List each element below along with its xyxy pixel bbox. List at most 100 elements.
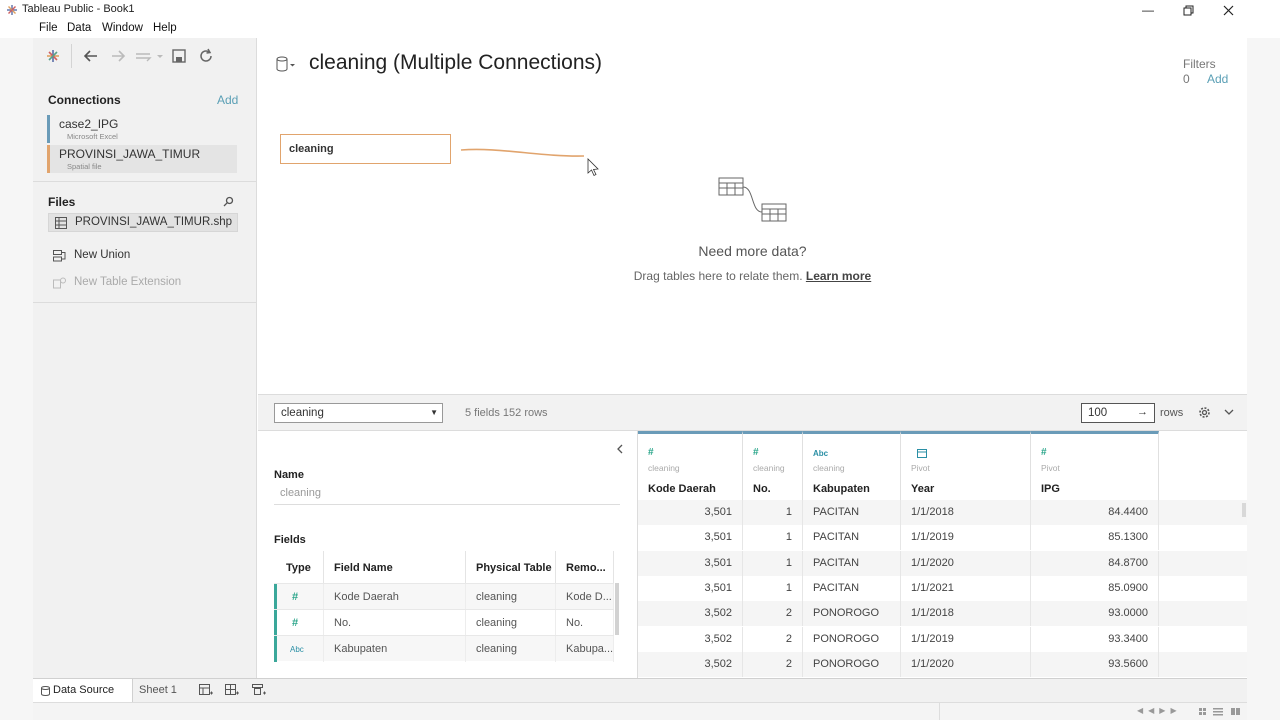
field-name[interactable]: Kabupaten xyxy=(324,636,466,662)
close-window-button[interactable] xyxy=(1208,0,1248,20)
connection-name: case2_IPG xyxy=(59,117,119,131)
field-row[interactable]: # No. cleaning No. xyxy=(274,609,614,636)
add-filter-link[interactable]: Add xyxy=(1207,72,1228,86)
number-type-icon[interactable]: # xyxy=(276,584,324,610)
cell-kabupaten: PACITAN xyxy=(803,525,901,551)
datasource-title[interactable]: cleaning (Multiple Connections) xyxy=(309,51,602,75)
main-toolbar xyxy=(33,38,257,74)
maximize-button[interactable] xyxy=(1168,0,1208,20)
rows-input[interactable]: 100 → xyxy=(1081,403,1155,423)
new-story-icon[interactable] xyxy=(252,684,266,697)
forward-arrow-icon[interactable] xyxy=(108,46,128,66)
grid-column-header[interactable]: # cleaning Kode Daerah xyxy=(638,431,743,500)
col-header-type[interactable]: Type xyxy=(276,551,324,583)
app-window: Tableau Public - Book1 — File Data Windo… xyxy=(0,0,1280,720)
minimize-icon: — xyxy=(1142,3,1154,17)
number-type-icon[interactable]: # xyxy=(648,447,654,458)
cell-kode-daerah: 3,502 xyxy=(638,601,743,627)
connection-color-bar xyxy=(47,115,50,143)
connection-type: Spatial file xyxy=(67,162,102,171)
string-type-icon[interactable]: Abc xyxy=(276,636,324,662)
tab-data-source-label: Data Source xyxy=(53,684,115,696)
sheet-navigation-arrows[interactable]: ◀◀▶▶ xyxy=(1137,706,1182,715)
menu-window[interactable]: Window xyxy=(102,22,143,34)
connection-color-bar xyxy=(47,145,50,173)
cell-kode-daerah: 3,501 xyxy=(638,575,743,601)
save-icon[interactable] xyxy=(169,46,189,66)
grid-row: 3,501 1 PACITAN 1/1/2019 85.1300 xyxy=(638,525,1247,551)
number-type-icon[interactable]: # xyxy=(753,447,759,458)
tab-sheet-1[interactable]: Sheet 1 xyxy=(139,684,177,696)
refresh-icon[interactable] xyxy=(196,46,216,66)
column-source: cleaning xyxy=(648,463,680,473)
menu-help[interactable]: Help xyxy=(153,22,177,34)
new-worksheet-icon[interactable] xyxy=(199,684,213,697)
field-row[interactable]: Abc Kabupaten cleaning Kabupa... xyxy=(274,635,614,662)
datasource-cylinder-icon xyxy=(41,686,50,696)
grid-column-header[interactable]: # cleaning No. xyxy=(743,431,803,500)
cell-ipg: 85.0900 xyxy=(1031,575,1159,601)
grid-row: 3,502 2 PONOROGO 1/1/2020 93.5600 xyxy=(638,651,1247,678)
column-name: IPG xyxy=(1041,483,1060,495)
field-name[interactable]: No. xyxy=(324,610,466,636)
data-grid-toolbar: cleaning ▼ 5 fields 152 rows 100 → rows xyxy=(258,394,1247,431)
left-margin xyxy=(0,38,33,720)
file-item[interactable]: PROVINSI_JAWA_TIMUR.shp xyxy=(48,213,238,232)
col-header-physical-table[interactable]: Physical Table xyxy=(466,551,556,583)
number-type-icon[interactable]: # xyxy=(1041,447,1047,458)
grid-row: 3,501 1 PACITAN 1/1/2021 85.0900 xyxy=(638,575,1247,602)
rows-input-value: 100 xyxy=(1088,407,1108,419)
table-box-cleaning[interactable]: cleaning xyxy=(280,134,451,164)
search-icon[interactable] xyxy=(223,196,234,207)
tableau-start-icon[interactable] xyxy=(43,46,63,66)
chevron-down-icon[interactable] xyxy=(1224,408,1234,416)
menu-data[interactable]: Data xyxy=(67,22,91,34)
grid-column-header[interactable]: Pivot Year xyxy=(901,431,1031,500)
col-header-field-name[interactable]: Field Name xyxy=(324,551,466,583)
table-select[interactable]: cleaning ▼ xyxy=(274,403,443,423)
view-toggle-icons[interactable] xyxy=(1199,707,1243,717)
name-field[interactable]: cleaning xyxy=(274,486,620,505)
menu-file[interactable]: File xyxy=(39,22,58,34)
chevron-left-icon[interactable] xyxy=(616,444,624,454)
gear-icon[interactable] xyxy=(1198,406,1211,419)
string-type-icon[interactable]: Abc xyxy=(813,449,828,458)
cell-no: 2 xyxy=(743,626,803,652)
cell-kabupaten: PONOROGO xyxy=(803,651,901,677)
back-arrow-icon[interactable] xyxy=(81,46,101,66)
datasource-cylinder-icon[interactable] xyxy=(276,55,298,75)
field-row[interactable]: # Kode Daerah cleaning Kode D... xyxy=(274,583,614,610)
toolbar-divider xyxy=(71,44,72,68)
cell-ipg: 84.4400 xyxy=(1031,500,1159,525)
files-heading: Files xyxy=(48,195,76,209)
connection-item-case2-ipg[interactable]: case2_IPG Microsoft Excel xyxy=(47,115,237,143)
physical-table: cleaning xyxy=(466,584,556,610)
new-dashboard-icon[interactable] xyxy=(225,684,239,697)
grid-column-header[interactable]: # Pivot IPG xyxy=(1031,431,1159,500)
minimize-button[interactable]: — xyxy=(1128,0,1168,20)
learn-more-link[interactable]: Learn more xyxy=(806,269,871,283)
cell-year: 1/1/2020 xyxy=(901,550,1031,576)
restore-icon xyxy=(1183,5,1193,15)
title-bar: Tableau Public - Book1 — xyxy=(0,0,1280,20)
physical-table: cleaning xyxy=(466,636,556,662)
data-grid: # cleaning Kode Daerah # cleaning No. Ab… xyxy=(638,431,1247,678)
status-bar: ◀◀▶▶ xyxy=(33,702,1247,720)
calendar-icon[interactable] xyxy=(917,448,927,458)
menu-bar: File Data Window Help xyxy=(0,20,1280,38)
fields-scrollbar[interactable] xyxy=(615,583,619,635)
cell-year: 1/1/2020 xyxy=(901,651,1031,677)
connection-item-provinsi-jawa-timur[interactable]: PROVINSI_JAWA_TIMUR Spatial file xyxy=(47,145,237,173)
number-type-icon[interactable]: # xyxy=(276,610,324,636)
tab-data-source[interactable]: Data Source xyxy=(33,679,133,702)
cell-kode-daerah: 3,502 xyxy=(638,651,743,677)
field-name[interactable]: Kode Daerah xyxy=(324,584,466,610)
grid-scrollbar[interactable] xyxy=(1242,503,1246,517)
relationship-noodle xyxy=(460,148,599,177)
grid-column-header[interactable]: Abc cleaning Kabupaten xyxy=(803,431,901,500)
cell-ipg: 84.8700 xyxy=(1031,550,1159,576)
add-connection-link[interactable]: Add xyxy=(217,93,238,107)
redirect-dropdown-icon[interactable] xyxy=(134,46,164,66)
rows-label: rows xyxy=(1160,407,1184,419)
col-header-remote[interactable]: Remo... xyxy=(556,551,614,583)
